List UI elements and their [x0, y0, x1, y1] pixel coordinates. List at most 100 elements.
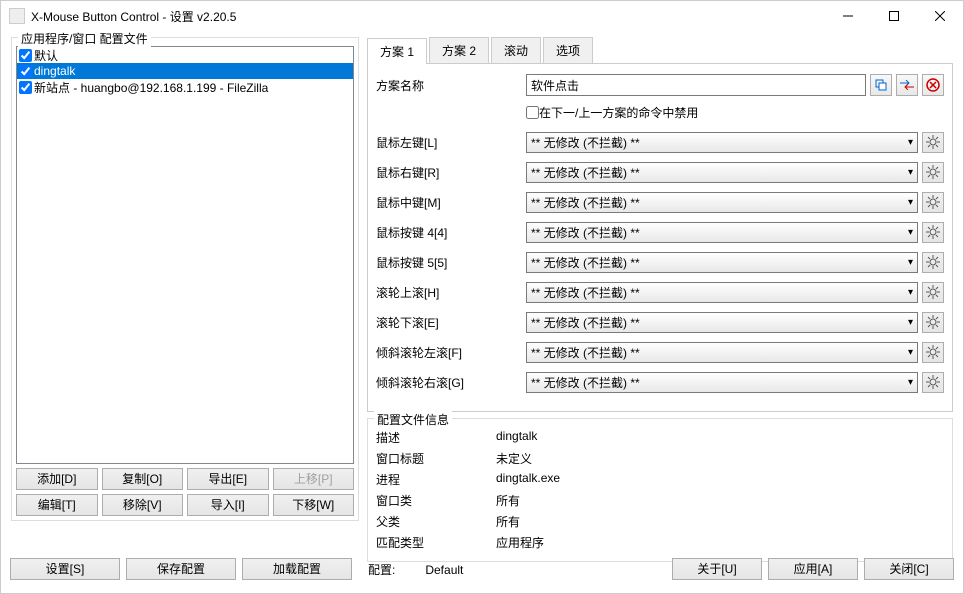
movedown-button[interactable]: 下移[W] — [273, 494, 355, 516]
info-label: 匹配类型 — [376, 534, 496, 551]
tab[interactable]: 方案 2 — [429, 37, 489, 63]
info-value: dingtalk.exe — [496, 471, 560, 488]
button-mapping-row: 鼠标左键[L]** 无修改 (不拦截) ** — [376, 131, 944, 153]
mapping-combo[interactable]: ** 无修改 (不拦截) ** — [526, 132, 918, 153]
export-button[interactable]: 导出[E] — [187, 468, 269, 490]
list-item[interactable]: 默认 — [17, 47, 353, 63]
mapping-label: 鼠标右键[R] — [376, 164, 526, 181]
remove-button[interactable]: 移除[V] — [102, 494, 184, 516]
delete-scheme-button[interactable] — [922, 74, 944, 96]
list-item[interactable]: 新站点 - huangbo@192.168.1.199 - FileZilla — [17, 79, 353, 95]
info-value: 所有 — [496, 513, 520, 530]
loadconfig-button[interactable]: 加载配置 — [242, 558, 352, 580]
add-button[interactable]: 添加[D] — [16, 468, 98, 490]
scheme-name-label: 方案名称 — [376, 77, 526, 94]
mapping-combo[interactable]: ** 无修改 (不拦截) ** — [526, 342, 918, 363]
info-label: 描述 — [376, 429, 496, 446]
config-label: 配置: — [368, 561, 395, 578]
tab[interactable]: 滚动 — [491, 37, 541, 63]
app-icon — [9, 8, 25, 24]
info-value: dingtalk — [496, 429, 537, 446]
list-item-checkbox[interactable] — [19, 81, 32, 94]
mapping-label: 倾斜滚轮右滚[G] — [376, 374, 526, 391]
gear-icon[interactable] — [922, 342, 944, 363]
gear-icon[interactable] — [922, 222, 944, 243]
maximize-button[interactable] — [871, 1, 917, 31]
mapping-combo[interactable]: ** 无修改 (不拦截) ** — [526, 252, 918, 273]
list-item-checkbox[interactable] — [19, 65, 32, 78]
button-mapping-row: 滚轮上滚[H]** 无修改 (不拦截) ** — [376, 281, 944, 303]
copy-button[interactable]: 复制[O] — [102, 468, 184, 490]
list-item[interactable]: dingtalk — [17, 63, 353, 79]
button-mapping-row: 鼠标按键 5[5]** 无修改 (不拦截) ** — [376, 251, 944, 273]
tab-strip: 方案 1方案 2滚动选项 — [367, 37, 953, 64]
info-label: 窗口类 — [376, 492, 496, 509]
close-button[interactable] — [917, 1, 963, 31]
gear-icon[interactable] — [922, 162, 944, 183]
mapping-combo[interactable]: ** 无修改 (不拦截) ** — [526, 282, 918, 303]
tab[interactable]: 方案 1 — [367, 38, 427, 64]
titlebar: X-Mouse Button Control - 设置 v2.20.5 — [1, 1, 963, 31]
profiles-list[interactable]: 默认dingtalk新站点 - huangbo@192.168.1.199 - … — [16, 46, 354, 464]
mapping-combo[interactable]: ** 无修改 (不拦截) ** — [526, 162, 918, 183]
profiles-group: 应用程序/窗口 配置文件 默认dingtalk新站点 - huangbo@192… — [11, 37, 359, 521]
profile-info-title: 配置文件信息 — [374, 411, 452, 428]
about-button[interactable]: 关于[U] — [672, 558, 762, 580]
info-row: 匹配类型应用程序 — [376, 534, 944, 551]
mapping-combo[interactable]: ** 无修改 (不拦截) ** — [526, 312, 918, 333]
moveup-button[interactable]: 上移[P] — [273, 468, 355, 490]
button-mapping-row: 鼠标按键 4[4]** 无修改 (不拦截) ** — [376, 221, 944, 243]
profiles-group-title: 应用程序/窗口 配置文件 — [18, 30, 151, 47]
profile-info-group: 配置文件信息 描述dingtalk窗口标题未定义进程dingtalk.exe窗口… — [367, 418, 953, 562]
info-label: 父类 — [376, 513, 496, 530]
mapping-label: 鼠标按键 4[4] — [376, 224, 526, 241]
info-label: 窗口标题 — [376, 450, 496, 467]
tab[interactable]: 选项 — [543, 37, 593, 63]
saveconfig-button[interactable]: 保存配置 — [126, 558, 236, 580]
copy-scheme-button[interactable] — [870, 74, 892, 96]
info-row: 进程dingtalk.exe — [376, 471, 944, 488]
button-mapping-row: 倾斜滚轮右滚[G]** 无修改 (不拦截) ** — [376, 371, 944, 393]
list-item-label: 新站点 - huangbo@192.168.1.199 - FileZilla — [34, 79, 268, 96]
gear-icon[interactable] — [922, 372, 944, 393]
gear-icon[interactable] — [922, 282, 944, 303]
mapping-label: 鼠标按键 5[5] — [376, 254, 526, 271]
info-row: 描述dingtalk — [376, 429, 944, 446]
disable-checkbox[interactable] — [526, 106, 539, 119]
info-label: 进程 — [376, 471, 496, 488]
info-value: 所有 — [496, 492, 520, 509]
tab-panel: 方案名称 在下一/上一方案的命令中禁用 鼠标左键[L]** 无修改 (不拦截) … — [367, 64, 953, 412]
button-mapping-row: 鼠标右键[R]** 无修改 (不拦截) ** — [376, 161, 944, 183]
gear-icon[interactable] — [922, 312, 944, 333]
list-item-checkbox[interactable] — [19, 49, 32, 62]
swap-scheme-button[interactable] — [896, 74, 918, 96]
settings-button[interactable]: 设置[S] — [10, 558, 120, 580]
mapping-label: 鼠标中键[M] — [376, 194, 526, 211]
mapping-combo[interactable]: ** 无修改 (不拦截) ** — [526, 222, 918, 243]
mapping-label: 滚轮下滚[E] — [376, 314, 526, 331]
info-value: 未定义 — [496, 450, 532, 467]
close-dialog-button[interactable]: 关闭[C] — [864, 558, 954, 580]
mapping-label: 鼠标左键[L] — [376, 134, 526, 151]
gear-icon[interactable] — [922, 132, 944, 153]
mapping-label: 滚轮上滚[H] — [376, 284, 526, 301]
window-title: X-Mouse Button Control - 设置 v2.20.5 — [31, 8, 825, 25]
mapping-combo[interactable]: ** 无修改 (不拦截) ** — [526, 192, 918, 213]
info-value: 应用程序 — [496, 534, 544, 551]
disable-label: 在下一/上一方案的命令中禁用 — [539, 104, 698, 121]
scheme-name-input[interactable] — [526, 74, 866, 96]
list-item-label: 默认 — [34, 47, 58, 64]
gear-icon[interactable] — [922, 192, 944, 213]
gear-icon[interactable] — [922, 252, 944, 273]
config-value: Default — [425, 563, 463, 577]
info-row: 窗口标题未定义 — [376, 450, 944, 467]
list-item-label: dingtalk — [34, 64, 75, 78]
mapping-combo[interactable]: ** 无修改 (不拦截) ** — [526, 372, 918, 393]
apply-button[interactable]: 应用[A] — [768, 558, 858, 580]
button-mapping-row: 鼠标中键[M]** 无修改 (不拦截) ** — [376, 191, 944, 213]
edit-button[interactable]: 编辑[T] — [16, 494, 98, 516]
import-button[interactable]: 导入[I] — [187, 494, 269, 516]
minimize-button[interactable] — [825, 1, 871, 31]
bottom-bar: 设置[S] 保存配置 加载配置 配置: Default 关于[U] 应用[A] … — [0, 552, 964, 586]
config-display: 配置: Default — [358, 558, 473, 580]
